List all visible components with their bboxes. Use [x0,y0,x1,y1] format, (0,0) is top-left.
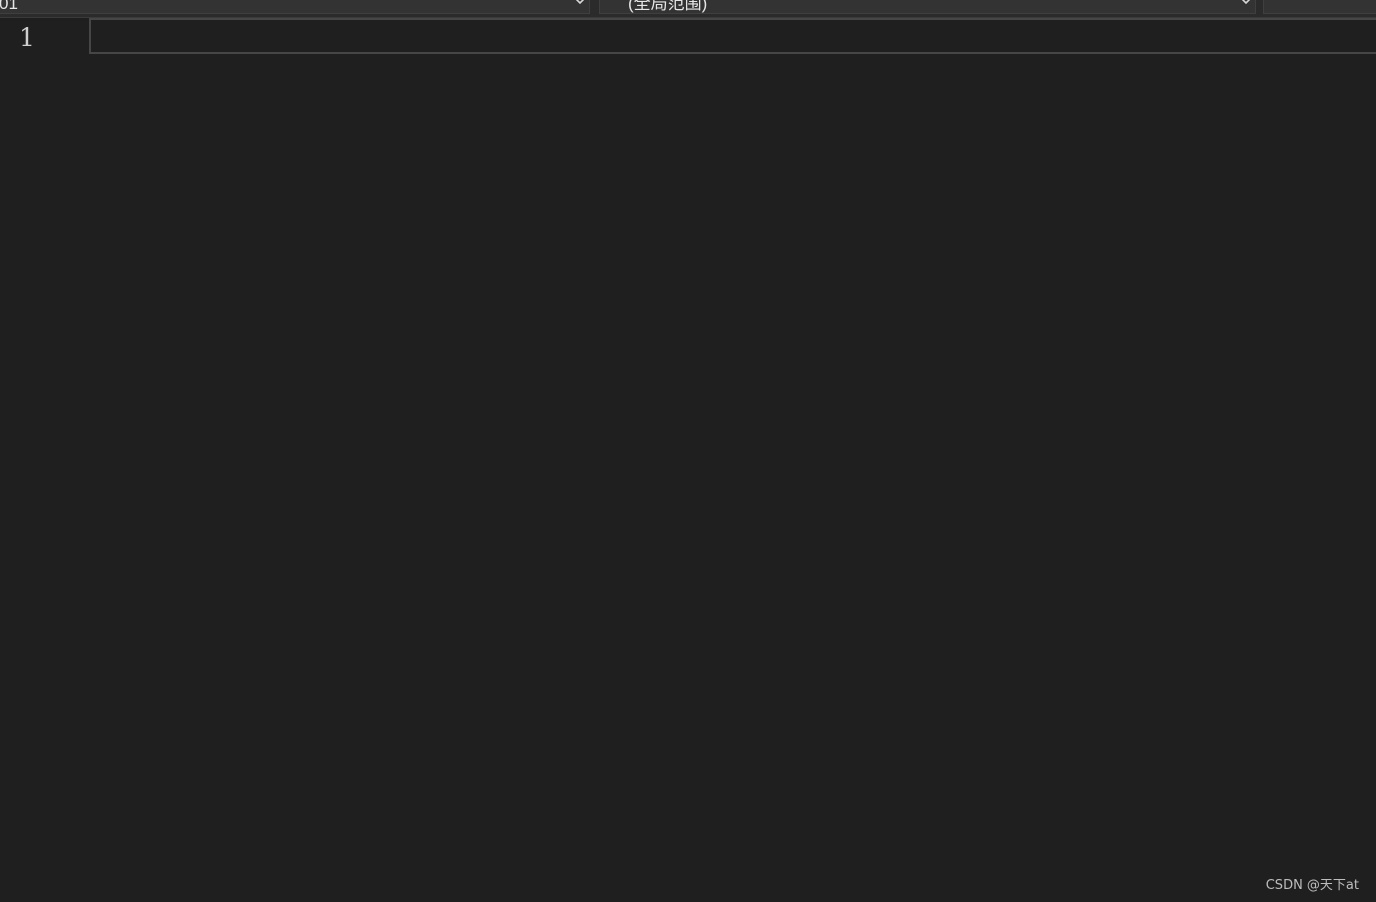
line-number-gutter: 1 [0,18,88,902]
chevron-down-icon[interactable] [574,0,586,7]
project-dropdown-value: 01 [0,0,18,13]
line-number: 1 [19,23,35,52]
watermark: CSDN @天下at [1265,878,1359,893]
member-dropdown[interactable] [1263,0,1376,14]
current-line-highlight[interactable] [89,18,1376,54]
navigation-bar: 01 (全局范围) [0,0,1376,18]
project-dropdown[interactable]: 01 [0,0,590,14]
chevron-down-icon[interactable] [1240,0,1252,7]
scope-dropdown-value: (全局范围) [628,0,708,13]
code-editor[interactable]: 1 [0,18,1376,902]
scope-dropdown[interactable]: (全局范围) [599,0,1256,14]
